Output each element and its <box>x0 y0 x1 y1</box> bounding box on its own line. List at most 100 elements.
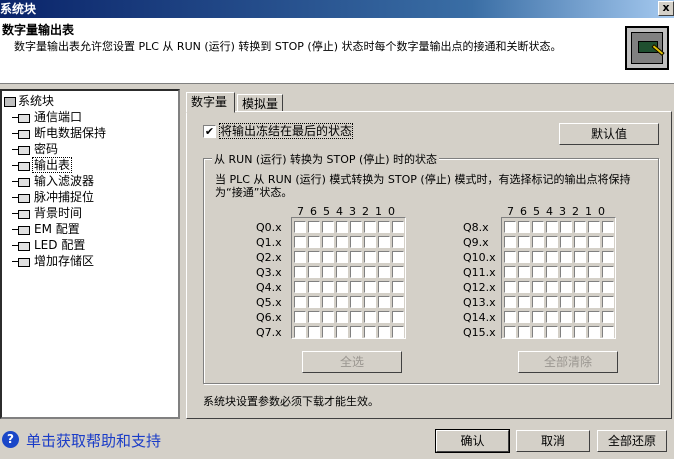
restore-all-button[interactable]: 全部还原 <box>597 430 667 452</box>
output-bit-checkbox[interactable] <box>560 266 572 278</box>
output-bit-checkbox[interactable] <box>392 266 404 278</box>
output-bit-checkbox[interactable] <box>350 221 362 233</box>
output-bit-checkbox[interactable] <box>504 236 516 248</box>
output-bit-checkbox[interactable] <box>518 251 530 263</box>
output-bit-checkbox[interactable] <box>336 266 348 278</box>
output-bit-checkbox[interactable] <box>392 311 404 323</box>
output-bit-checkbox[interactable] <box>504 311 516 323</box>
tree-item-background-time[interactable]: 背景时间 <box>12 206 83 221</box>
output-bit-checkbox[interactable] <box>602 251 614 263</box>
output-bit-checkbox[interactable] <box>574 251 586 263</box>
output-bit-checkbox[interactable] <box>364 236 376 248</box>
output-bit-checkbox[interactable] <box>336 281 348 293</box>
output-bit-checkbox[interactable] <box>560 296 572 308</box>
output-bit-checkbox[interactable] <box>588 281 600 293</box>
output-bit-checkbox[interactable] <box>546 311 558 323</box>
tree-item-input-filter[interactable]: 输入滤波器 <box>12 174 95 189</box>
output-bit-checkbox[interactable] <box>308 281 320 293</box>
output-bit-checkbox[interactable] <box>350 296 362 308</box>
output-bit-checkbox[interactable] <box>560 251 572 263</box>
output-bit-checkbox[interactable] <box>350 236 362 248</box>
output-bit-checkbox[interactable] <box>518 281 530 293</box>
output-bit-checkbox[interactable] <box>322 326 334 338</box>
output-bit-checkbox[interactable] <box>504 221 516 233</box>
output-bit-checkbox[interactable] <box>504 281 516 293</box>
output-bit-checkbox[interactable] <box>392 251 404 263</box>
output-bit-checkbox[interactable] <box>294 311 306 323</box>
output-bit-checkbox[interactable] <box>392 281 404 293</box>
output-bit-checkbox[interactable] <box>294 281 306 293</box>
output-bit-checkbox[interactable] <box>294 251 306 263</box>
output-bit-checkbox[interactable] <box>574 221 586 233</box>
close-button[interactable]: x <box>658 1 674 16</box>
output-bit-checkbox[interactable] <box>336 326 348 338</box>
output-bit-checkbox[interactable] <box>378 251 390 263</box>
tree-item-led-config[interactable]: LED 配置 <box>12 238 86 253</box>
output-bit-checkbox[interactable] <box>518 296 530 308</box>
help-link[interactable]: 单击获取帮助和支持 <box>26 430 161 451</box>
ok-button[interactable]: 确认 <box>435 429 510 453</box>
output-bit-checkbox[interactable] <box>574 281 586 293</box>
output-bit-checkbox[interactable] <box>308 296 320 308</box>
output-bit-checkbox[interactable] <box>546 281 558 293</box>
output-bit-checkbox[interactable] <box>378 266 390 278</box>
output-bit-checkbox[interactable] <box>602 236 614 248</box>
output-bit-checkbox[interactable] <box>546 326 558 338</box>
output-bit-checkbox[interactable] <box>308 266 320 278</box>
output-bit-checkbox[interactable] <box>308 221 320 233</box>
tree-item-output-table[interactable]: 输出表 <box>12 157 73 173</box>
clear-all-button[interactable]: 全部清除 <box>518 351 618 373</box>
freeze-outputs-checkbox[interactable]: ✔ 将输出冻结在最后的状态 <box>203 122 354 139</box>
output-bit-checkbox[interactable] <box>588 221 600 233</box>
output-bit-checkbox[interactable] <box>532 311 544 323</box>
cancel-button[interactable]: 取消 <box>516 430 590 452</box>
output-bit-checkbox[interactable] <box>574 311 586 323</box>
output-bit-checkbox[interactable] <box>588 236 600 248</box>
output-bit-checkbox[interactable] <box>322 236 334 248</box>
output-bit-checkbox[interactable] <box>518 221 530 233</box>
output-bit-checkbox[interactable] <box>336 296 348 308</box>
output-bit-checkbox[interactable] <box>378 296 390 308</box>
output-bit-checkbox[interactable] <box>518 266 530 278</box>
output-bit-checkbox[interactable] <box>364 326 376 338</box>
tree-item-em-config[interactable]: EM 配置 <box>12 222 81 237</box>
output-bit-checkbox[interactable] <box>560 236 572 248</box>
tab-analog[interactable]: 模拟量 <box>237 94 283 112</box>
output-bit-checkbox[interactable] <box>308 251 320 263</box>
output-bit-checkbox[interactable] <box>322 281 334 293</box>
output-bit-checkbox[interactable] <box>392 236 404 248</box>
output-bit-checkbox[interactable] <box>322 251 334 263</box>
tree-root[interactable]: 系统块 <box>4 94 54 109</box>
output-bit-checkbox[interactable] <box>504 251 516 263</box>
output-bit-checkbox[interactable] <box>350 326 362 338</box>
output-bit-checkbox[interactable] <box>574 236 586 248</box>
help-icon[interactable]: ? <box>2 431 19 448</box>
tree-item-password[interactable]: 密码 <box>12 142 59 157</box>
output-bit-checkbox[interactable] <box>602 221 614 233</box>
output-bit-checkbox[interactable] <box>504 326 516 338</box>
output-bit-checkbox[interactable] <box>336 221 348 233</box>
output-bit-checkbox[interactable] <box>294 236 306 248</box>
output-bit-checkbox[interactable] <box>602 326 614 338</box>
output-bit-checkbox[interactable] <box>574 326 586 338</box>
system-block-tree[interactable]: 系统块 通信端口 断电数据保持 密码 输出表 输入滤波器 脉冲捕捉位 背景时间 … <box>0 89 180 419</box>
tree-item-memory-ext[interactable]: 增加存储区 <box>12 254 95 269</box>
output-bit-checkbox[interactable] <box>588 266 600 278</box>
output-bit-checkbox[interactable] <box>504 266 516 278</box>
output-bit-checkbox[interactable] <box>532 296 544 308</box>
output-bit-checkbox[interactable] <box>532 251 544 263</box>
output-bit-checkbox[interactable] <box>532 236 544 248</box>
checkbox-box[interactable]: ✔ <box>203 125 216 138</box>
output-bit-checkbox[interactable] <box>588 326 600 338</box>
output-bit-checkbox[interactable] <box>560 281 572 293</box>
output-bit-checkbox[interactable] <box>308 311 320 323</box>
output-bit-checkbox[interactable] <box>546 296 558 308</box>
output-bit-checkbox[interactable] <box>364 296 376 308</box>
output-bit-checkbox[interactable] <box>602 296 614 308</box>
output-bit-checkbox[interactable] <box>336 236 348 248</box>
output-bit-checkbox[interactable] <box>532 281 544 293</box>
output-bit-checkbox[interactable] <box>392 221 404 233</box>
output-bit-checkbox[interactable] <box>546 266 558 278</box>
output-bit-checkbox[interactable] <box>588 311 600 323</box>
tree-item-retentive[interactable]: 断电数据保持 <box>12 126 107 141</box>
